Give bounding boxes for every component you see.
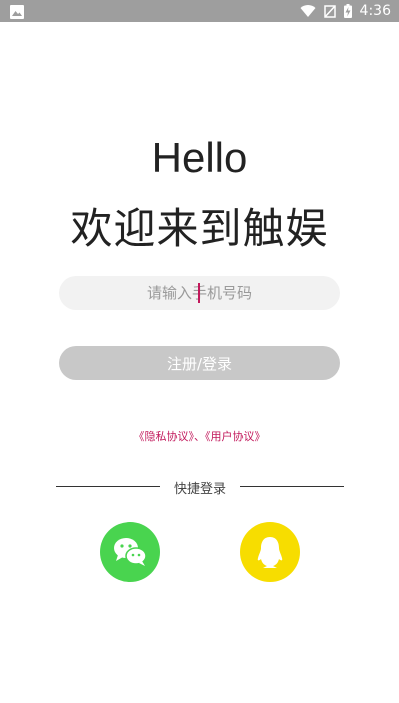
status-icons: 4:36 — [300, 0, 391, 22]
hello-title: Hello — [151, 134, 248, 181]
divider-line-right — [240, 486, 344, 487]
wechat-icon — [114, 538, 147, 566]
quick-login-label: 快捷登录 — [173, 482, 226, 497]
image-icon — [10, 4, 24, 19]
privacy-agreement-link[interactable]: 《隐私协议》 — [134, 430, 195, 443]
user-agreement-link[interactable]: 《用户协议》 — [205, 430, 266, 443]
wifi-icon — [300, 4, 316, 18]
wechat-login-button[interactable] — [100, 522, 160, 582]
agreement-separator: 、 — [194, 430, 205, 443]
text-caret — [198, 283, 200, 303]
battery-charging-icon — [343, 4, 352, 18]
quick-login-divider: 快捷登录 — [56, 478, 344, 497]
no-signal-icon — [323, 4, 336, 18]
status-bar: 4:36 — [0, 0, 399, 22]
qq-login-button[interactable] — [240, 522, 300, 582]
register-login-button[interactable]: 注册/登录 — [59, 346, 340, 380]
welcome-title: 欢迎来到触娱 — [70, 204, 329, 253]
status-time: 4:36 — [359, 3, 391, 19]
agreement-links: 《隐私协议》、《用户协议》 — [0, 428, 399, 444]
qq-icon — [257, 537, 283, 568]
